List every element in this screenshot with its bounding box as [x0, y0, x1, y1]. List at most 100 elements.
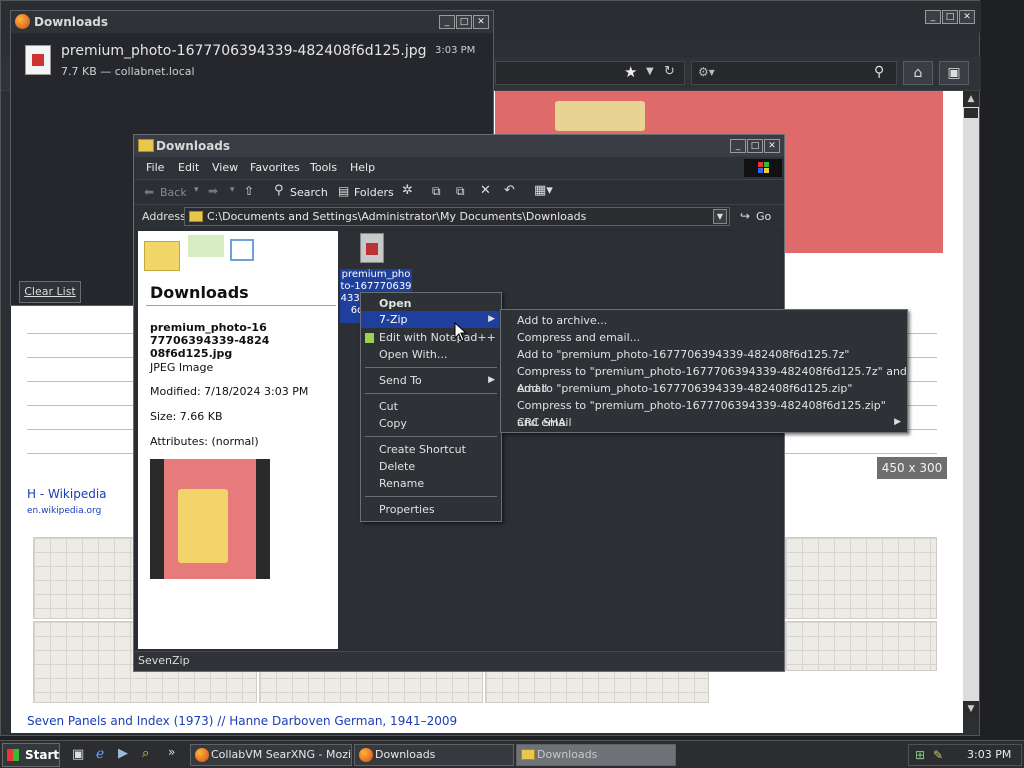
menu-add-to-7z[interactable]: Add to "premium_photo-1677706394339-4824…: [501, 346, 907, 363]
image-file-icon[interactable]: [25, 45, 51, 75]
go-arrow-icon[interactable]: ↪: [740, 209, 750, 223]
result-link-url[interactable]: en.wikipedia.org: [27, 506, 101, 516]
close-icon[interactable]: ✕: [959, 10, 975, 24]
system-tray: ⊞ ✎ 3:03 PM: [908, 744, 1022, 766]
scroll-down-icon[interactable]: ▼: [963, 701, 979, 717]
show-desktop-icon[interactable]: ▣: [72, 747, 84, 762]
forward-icon[interactable]: ➡: [208, 184, 218, 198]
bookmark-star-icon[interactable]: ★: [624, 63, 637, 81]
menu-send-to-label: Send To: [379, 374, 422, 387]
scroll-up-icon[interactable]: ▲: [963, 91, 979, 107]
image-preview: [150, 459, 270, 579]
menu-compress-7z-email[interactable]: Compress to "premium_photo-1677706394339…: [501, 363, 907, 395]
task-label: Downloads: [375, 748, 436, 761]
image-tile[interactable]: [785, 621, 937, 671]
menu-create-shortcut[interactable]: Create Shortcut: [361, 441, 501, 458]
menu-open[interactable]: Open: [361, 295, 501, 312]
scrollbar[interactable]: ▲ ▼: [963, 91, 979, 717]
menu-properties[interactable]: Properties: [361, 501, 501, 518]
submenu-arrow-icon: ▶: [894, 417, 901, 427]
move-to-icon[interactable]: ⧉: [432, 184, 441, 199]
go-button[interactable]: Go: [756, 210, 771, 223]
back-icon[interactable]: ⬅: [144, 185, 154, 199]
menu-add-to-zip[interactable]: Add to "premium_photo-1677706394339-4824…: [501, 380, 907, 397]
search-button[interactable]: Search: [290, 186, 328, 199]
close-icon[interactable]: ✕: [473, 15, 489, 29]
menu-delete[interactable]: Delete: [361, 458, 501, 475]
notepad-tray-icon[interactable]: ✎: [933, 748, 943, 762]
download-filename[interactable]: premium_photo-1677706394339-482408f6d125…: [61, 43, 427, 59]
folders-button[interactable]: Folders: [354, 186, 394, 199]
menu-edit-notepad[interactable]: Edit with Notepad++: [361, 329, 501, 346]
task-firefox[interactable]: CollabVM SearXNG - Mozill...: [190, 744, 352, 766]
selected-file-type: JPEG Image: [150, 361, 214, 374]
internet-explorer-icon[interactable]: ℯ: [96, 746, 104, 762]
minimize-icon[interactable]: _: [730, 139, 746, 153]
image-tile[interactable]: [785, 537, 937, 619]
menu-separator: [365, 496, 497, 497]
explorer-icon[interactable]: ⌕: [142, 746, 149, 761]
quicklaunch-overflow-icon[interactable]: »: [168, 745, 175, 759]
menu-copy[interactable]: Copy: [361, 415, 501, 432]
task-downloads-firefox[interactable]: Downloads: [354, 744, 514, 766]
maximize-icon[interactable]: □: [456, 15, 472, 29]
chevron-down-icon[interactable]: ▾: [230, 185, 235, 195]
menu-rename[interactable]: Rename: [361, 475, 501, 492]
media-player-icon[interactable]: ▶: [118, 746, 128, 761]
pane-title: Downloads: [150, 283, 249, 302]
reload-icon[interactable]: ↻: [664, 64, 675, 79]
views-icon[interactable]: ▦▾: [534, 183, 553, 198]
chevron-down-icon[interactable]: ▼: [713, 209, 727, 224]
scroll-thumb[interactable]: [964, 108, 978, 118]
address-input[interactable]: C:\Documents and Settings\Administrator\…: [184, 207, 730, 226]
url-bar[interactable]: ★ ▼ ↻: [495, 61, 685, 85]
menu-edit[interactable]: Edit: [178, 161, 199, 174]
menu-cut[interactable]: Cut: [361, 398, 501, 415]
menu-open-with[interactable]: Open With...: [361, 346, 501, 363]
menu-tools[interactable]: Tools: [310, 161, 337, 174]
clear-list-button[interactable]: Clear List: [19, 281, 81, 303]
explorer-toolbar: ⬅ Back ▾ ➡ ▾ ⇧ ⚲ Search ▤ Folders ✲ ⧉ ⧉ …: [134, 179, 784, 205]
menu-add-to-archive[interactable]: Add to archive...: [501, 312, 907, 329]
folder-icon: [138, 139, 154, 152]
search-engine-icon[interactable]: ⚙▾: [698, 65, 715, 79]
result-link-title[interactable]: H - Wikipedia: [27, 487, 107, 501]
menu-view[interactable]: View: [212, 161, 238, 174]
menu-separator: [365, 393, 497, 394]
selected-file-size: Size: 7.66 KB: [150, 410, 223, 423]
task-downloads-explorer[interactable]: Downloads: [516, 744, 676, 766]
menu-help[interactable]: Help: [350, 161, 375, 174]
menu-send-to[interactable]: Send To ▶: [361, 372, 501, 389]
network-icon[interactable]: ⊞: [915, 748, 925, 762]
copy-to-icon[interactable]: ⧉: [456, 184, 465, 199]
search-bar[interactable]: ⚙▾ ⚲: [691, 61, 897, 85]
start-label: Start: [25, 748, 60, 762]
selected-file-modified: Modified: 7/18/2024 3:03 PM: [150, 385, 309, 398]
chevron-down-icon[interactable]: ▼: [646, 66, 654, 77]
sync-icon[interactable]: ✲: [402, 183, 413, 198]
minimize-icon[interactable]: _: [925, 10, 941, 24]
home-icon[interactable]: ⌂: [903, 61, 933, 85]
maximize-icon[interactable]: □: [747, 139, 763, 153]
menu-compress-and-email[interactable]: Compress and email...: [501, 329, 907, 346]
search-icon[interactable]: ⚲: [874, 64, 884, 80]
image-caption-link[interactable]: Seven Panels and Index (1973) // Hanne D…: [27, 714, 457, 728]
menu-favorites[interactable]: Favorites: [250, 161, 300, 174]
menu-7zip[interactable]: 7-Zip ▶: [361, 311, 501, 328]
delete-icon[interactable]: ✕: [480, 183, 491, 198]
image-file-icon[interactable]: [356, 231, 390, 265]
menu-file[interactable]: File: [146, 161, 164, 174]
close-icon[interactable]: ✕: [764, 139, 780, 153]
start-button[interactable]: Start: [2, 743, 60, 767]
screenshot-icon[interactable]: ▣: [939, 61, 969, 85]
menu-compress-zip-email[interactable]: Compress to "premium_photo-1677706394339…: [501, 397, 907, 429]
menu-crc-sha[interactable]: CRC SHA ▶: [501, 414, 907, 431]
back-button[interactable]: Back: [160, 186, 187, 199]
minimize-icon[interactable]: _: [439, 15, 455, 29]
up-folder-icon[interactable]: ⇧: [244, 184, 254, 198]
undo-icon[interactable]: ↶: [504, 183, 515, 198]
chevron-down-icon[interactable]: ▾: [194, 185, 199, 195]
search-icon[interactable]: ⚲: [274, 183, 284, 198]
folders-icon[interactable]: ▤: [338, 184, 349, 198]
maximize-icon[interactable]: □: [942, 10, 958, 24]
